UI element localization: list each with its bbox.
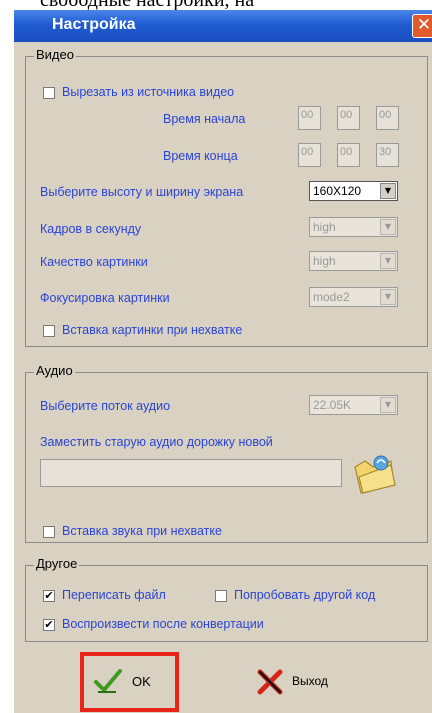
dropdown-arrow-icon[interactable]: ▼	[380, 397, 396, 413]
dropdown-arrow-icon[interactable]: ▼	[380, 183, 396, 199]
fps-label: Кадров в секунду	[40, 222, 142, 236]
try-other-codec-label: Попробовать другой код	[234, 588, 376, 602]
insert-sound-checkbox[interactable]	[43, 526, 55, 538]
start-time-label: Время начала	[163, 112, 246, 126]
window-title: Настройка	[52, 16, 136, 33]
focus-select[interactable]: mode2 ▼	[309, 287, 398, 307]
insert-image-checkbox[interactable]	[43, 325, 55, 337]
screen-size-select[interactable]: 160X120 ▼	[309, 181, 398, 201]
start-time-minutes[interactable]: 00	[337, 106, 360, 130]
audio-stream-label: Выберите поток аудио	[40, 399, 171, 413]
audio-stream-value: 22.05K	[313, 398, 352, 412]
cut-source-label: Вырезать из источника видео	[62, 85, 235, 99]
replace-audio-label: Заместить старую аудио дорожку новой	[40, 435, 273, 449]
title-bar: Настройка ✕	[14, 10, 432, 42]
dropdown-arrow-icon[interactable]: ▼	[380, 253, 396, 269]
exit-button-label: Выход	[292, 674, 328, 688]
other-legend: Другое	[34, 556, 80, 571]
folder-icon[interactable]	[351, 453, 397, 495]
fps-select[interactable]: high ▼	[309, 217, 398, 237]
end-time-minutes[interactable]: 00	[337, 143, 360, 167]
play-after-checkbox[interactable]: ✔	[43, 619, 55, 631]
audio-group: Аудио Выберите поток аудио 22.05K ▼ Заме…	[25, 363, 428, 543]
overwrite-checkbox[interactable]: ✔	[43, 590, 55, 602]
focus-label: Фокусировка картинки	[40, 291, 170, 305]
fps-value: high	[313, 220, 336, 234]
audio-stream-select[interactable]: 22.05K ▼	[309, 395, 398, 415]
other-group: Другое ✔ Переписать файл Попробовать дру…	[25, 556, 428, 642]
audio-file-path-input[interactable]	[40, 459, 342, 487]
exit-button[interactable]: Выход	[254, 658, 364, 706]
x-icon	[257, 669, 283, 695]
dropdown-arrow-icon[interactable]: ▼	[380, 289, 396, 305]
start-time-hours[interactable]: 00	[298, 106, 321, 130]
insert-image-label: Вставка картинки при нехватке	[62, 323, 243, 337]
settings-dialog: Настройка ✕ Видео Вырезать из источника …	[14, 10, 432, 713]
quality-value: high	[313, 254, 336, 268]
end-time-seconds[interactable]: 30	[376, 143, 399, 167]
quality-select[interactable]: high ▼	[309, 251, 398, 271]
audio-legend: Аудио	[34, 363, 75, 378]
dropdown-arrow-icon[interactable]: ▼	[380, 219, 396, 235]
quality-label: Качество картинки	[40, 255, 148, 269]
close-icon[interactable]: ✕	[412, 14, 432, 38]
screen-size-label: Выберите высоту и ширину экрана	[40, 185, 244, 199]
cut-source-checkbox[interactable]	[43, 87, 55, 99]
try-other-codec-checkbox[interactable]	[215, 590, 227, 602]
video-legend: Видео	[34, 47, 76, 62]
start-time-seconds[interactable]: 00	[376, 106, 399, 130]
play-after-label: Воспроизвести после конвертации	[62, 617, 264, 631]
overwrite-label: Переписать файл	[62, 588, 166, 602]
end-time-hours[interactable]: 00	[298, 143, 321, 167]
focus-value: mode2	[313, 290, 350, 304]
video-group: Видео Вырезать из источника видео Время …	[25, 47, 428, 347]
insert-sound-label: Вставка звука при нехватке	[62, 524, 222, 538]
end-time-label: Время конца	[163, 149, 238, 163]
ok-button-highlight	[80, 652, 179, 712]
page-caption-fragment: свободные настройки, на	[0, 0, 432, 10]
screen-size-value: 160X120	[313, 184, 362, 198]
